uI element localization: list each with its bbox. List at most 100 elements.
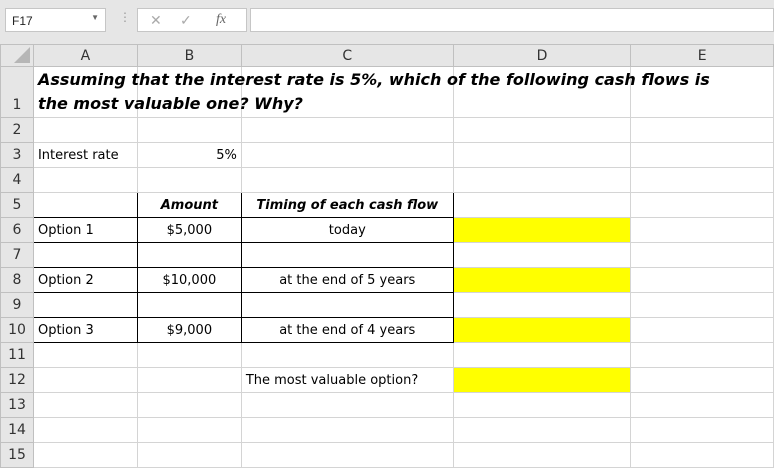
cell-b9[interactable] (136, 292, 242, 318)
cell[interactable] (240, 142, 454, 168)
cell[interactable] (630, 217, 774, 243)
cell[interactable] (630, 167, 774, 193)
cell[interactable] (630, 242, 774, 268)
cell[interactable] (136, 392, 242, 418)
column-header-e[interactable]: E (630, 44, 774, 67)
cell-b10[interactable]: $9,000 (136, 317, 242, 343)
cell[interactable] (32, 442, 138, 468)
cell[interactable] (32, 342, 138, 368)
cell[interactable] (240, 167, 454, 193)
answer-cell-d6[interactable] (452, 217, 632, 243)
answer-cell-d10[interactable] (452, 317, 632, 343)
cell[interactable] (630, 267, 774, 293)
column-header-b[interactable]: B (136, 44, 242, 67)
cell-b7[interactable] (136, 242, 242, 268)
cell[interactable] (452, 242, 632, 268)
cell-b5[interactable]: Amount (136, 192, 242, 218)
cell[interactable] (630, 367, 774, 393)
cell[interactable] (452, 417, 632, 443)
cell[interactable] (32, 392, 138, 418)
formula-input[interactable] (250, 8, 774, 32)
enter-icon[interactable]: ✓ (180, 12, 192, 29)
row-header-1[interactable]: 1 (0, 66, 34, 118)
row-header-5[interactable]: 5 (0, 192, 34, 218)
cell[interactable] (452, 192, 632, 218)
cell[interactable] (630, 342, 774, 368)
column-header-c[interactable]: C (240, 44, 454, 67)
cell-c7[interactable] (240, 242, 454, 268)
column-header-a[interactable]: A (32, 44, 138, 67)
answer-cell-d12[interactable] (452, 367, 632, 393)
cell[interactable] (240, 117, 454, 143)
question-text: Assuming that the interest rate is 5%, w… (37, 70, 710, 113)
row-header-3[interactable]: 3 (0, 142, 34, 168)
row-header-12[interactable]: 12 (0, 367, 34, 393)
cell-a1[interactable]: Assuming that the interest rate is 5%, w… (32, 66, 710, 118)
cell-b3[interactable]: 5% (136, 142, 242, 168)
answer-cell-d8[interactable] (452, 267, 632, 293)
cell-a10[interactable]: Option 3 (32, 317, 138, 343)
cell-a7[interactable] (32, 242, 138, 268)
cell[interactable] (630, 292, 774, 318)
cell[interactable] (630, 142, 774, 168)
cell[interactable] (136, 417, 242, 443)
cell[interactable] (136, 367, 242, 393)
row-header-13[interactable]: 13 (0, 392, 34, 418)
row-header-9[interactable]: 9 (0, 292, 34, 318)
cancel-icon[interactable]: ✕ (150, 12, 162, 29)
cell-c10[interactable]: at the end of 4 years (240, 317, 454, 343)
cell[interactable] (452, 392, 632, 418)
cell[interactable] (32, 167, 138, 193)
cell-a6[interactable]: Option 1 (32, 217, 138, 243)
row-header-7[interactable]: 7 (0, 242, 34, 268)
row-header-8[interactable]: 8 (0, 267, 34, 293)
cell[interactable] (136, 342, 242, 368)
cell[interactable] (240, 342, 454, 368)
cell-a9[interactable] (32, 292, 138, 318)
cell[interactable] (136, 117, 242, 143)
select-all-button[interactable] (0, 44, 34, 67)
cell-c12[interactable]: The most valuable option? (240, 367, 454, 393)
cell-c9[interactable] (240, 292, 454, 318)
cell[interactable] (630, 117, 774, 143)
cell[interactable] (136, 167, 242, 193)
cell[interactable] (452, 117, 632, 143)
column-header-d[interactable]: D (452, 44, 632, 67)
cell-c6[interactable]: today (240, 217, 454, 243)
cell[interactable] (452, 292, 632, 318)
name-box[interactable]: F17 ▼ (5, 8, 106, 32)
cell[interactable] (240, 442, 454, 468)
cell[interactable] (32, 367, 138, 393)
cell-b6[interactable]: $5,000 (136, 217, 242, 243)
cell[interactable] (240, 417, 454, 443)
cell-a5[interactable] (32, 192, 138, 218)
cell[interactable] (136, 442, 242, 468)
fx-icon[interactable]: fx (216, 12, 226, 28)
cell[interactable] (452, 442, 632, 468)
cell[interactable] (452, 167, 632, 193)
row-header-15[interactable]: 15 (0, 442, 34, 468)
cell-a3[interactable]: Interest rate (32, 142, 138, 168)
row-header-2[interactable]: 2 (0, 117, 34, 143)
cell[interactable] (32, 417, 138, 443)
cell-c5[interactable]: Timing of each cash flow (240, 192, 454, 218)
cell[interactable] (630, 442, 774, 468)
row-header-10[interactable]: 10 (0, 317, 34, 343)
cell[interactable] (452, 342, 632, 368)
cell[interactable] (630, 192, 774, 218)
cell-c8[interactable]: at the end of 5 years (240, 267, 454, 293)
cell[interactable] (32, 117, 138, 143)
cell[interactable] (240, 392, 454, 418)
drag-handle-icon[interactable]: ⋮ (119, 10, 131, 24)
cell-a8[interactable]: Option 2 (32, 267, 138, 293)
cell-b8[interactable]: $10,000 (136, 267, 242, 293)
cell[interactable] (630, 417, 774, 443)
row-header-11[interactable]: 11 (0, 342, 34, 368)
row-header-14[interactable]: 14 (0, 417, 34, 443)
cell[interactable] (630, 392, 774, 418)
chevron-down-icon[interactable]: ▼ (91, 13, 99, 22)
row-header-6[interactable]: 6 (0, 217, 34, 243)
row-header-4[interactable]: 4 (0, 167, 34, 193)
cell[interactable] (630, 317, 774, 343)
cell[interactable] (452, 142, 632, 168)
